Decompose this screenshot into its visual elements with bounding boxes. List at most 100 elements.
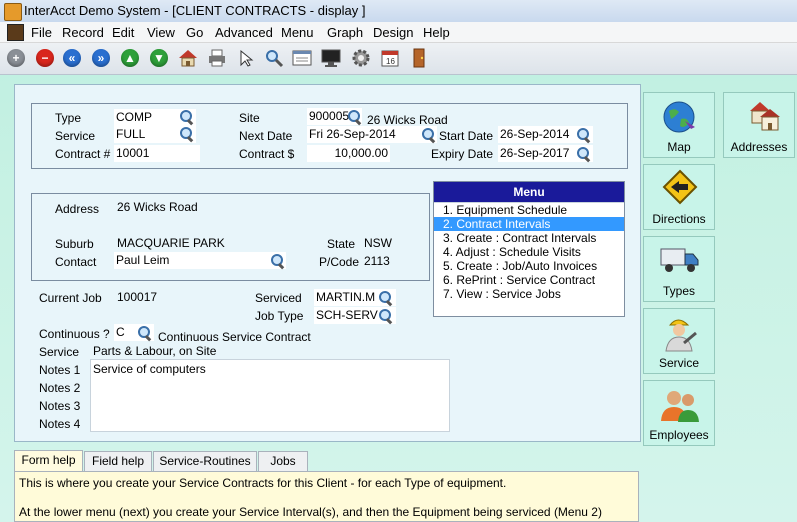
menu-item-create-contract-intervals[interactable]: 3. Create : Contract Intervals bbox=[434, 231, 624, 245]
refresh-icon[interactable]: + bbox=[6, 48, 26, 68]
menu-file[interactable]: File bbox=[31, 25, 52, 40]
menu-item-create-job-invoices[interactable]: 5. Create : Job/Auto Invoices bbox=[434, 259, 624, 273]
expiry-date-lookup-icon[interactable] bbox=[576, 146, 592, 162]
up-icon[interactable]: ▲ bbox=[120, 48, 140, 68]
menu-item-view-service-jobs[interactable]: 7. View : Service Jobs bbox=[434, 287, 624, 301]
notes1-label: Notes 1 bbox=[39, 363, 81, 377]
employees-button[interactable]: Employees bbox=[643, 380, 715, 446]
notes2-label: Notes 2 bbox=[39, 381, 81, 395]
state-label: State bbox=[327, 237, 356, 251]
map-button-label: Map bbox=[667, 140, 691, 154]
window-title: InterAcct Demo System - [CLIENT CONTRACT… bbox=[24, 3, 366, 18]
next-date-label: Next Date bbox=[239, 129, 293, 143]
suburb-label: Suburb bbox=[55, 237, 94, 251]
system-menu-icon[interactable] bbox=[7, 24, 24, 41]
calendar-icon[interactable]: 16 bbox=[380, 48, 400, 68]
menu-go[interactable]: Go bbox=[186, 25, 203, 40]
tab-jobs[interactable]: Jobs bbox=[258, 451, 308, 471]
first-record-icon[interactable]: « bbox=[62, 48, 82, 68]
monitor-icon[interactable] bbox=[321, 48, 341, 68]
direction-sign-icon bbox=[662, 169, 698, 205]
service-desc-label: Service bbox=[39, 345, 80, 359]
people-icon bbox=[661, 391, 699, 422]
service-lookup-icon[interactable] bbox=[179, 126, 195, 142]
postcode-value[interactable]: 2113 bbox=[364, 253, 390, 270]
service-button[interactable]: Service bbox=[643, 308, 715, 374]
addresses-button-label: Addresses bbox=[730, 140, 788, 154]
app-icon bbox=[4, 3, 22, 21]
start-date-label: Start Date bbox=[439, 129, 494, 143]
menu-help[interactable]: Help bbox=[423, 25, 450, 40]
settings-icon[interactable] bbox=[351, 48, 371, 68]
type-lookup-icon[interactable] bbox=[179, 109, 195, 125]
address-value[interactable]: 26 Wicks Road bbox=[117, 199, 198, 216]
serviced-lookup-icon[interactable] bbox=[378, 290, 394, 306]
menu-item-contract-intervals[interactable]: 2. Contract Intervals bbox=[434, 217, 624, 231]
contact-lookup-icon[interactable] bbox=[270, 253, 286, 269]
suburb-value[interactable]: MACQUARIE PARK bbox=[117, 235, 225, 252]
addresses-button[interactable]: Addresses bbox=[723, 92, 795, 158]
tab-service-routines[interactable]: Service-Routines bbox=[153, 451, 257, 471]
directions-button-label: Directions bbox=[652, 212, 706, 226]
site-lookup-icon[interactable] bbox=[347, 109, 363, 125]
types-button-label: Types bbox=[662, 284, 695, 298]
contact-label: Contact bbox=[55, 255, 97, 269]
contract-amount-field[interactable]: 10,000.00 bbox=[307, 145, 390, 162]
menu-graph[interactable]: Graph bbox=[327, 25, 363, 40]
next-date-lookup-icon[interactable] bbox=[421, 127, 437, 143]
menu-view[interactable]: View bbox=[147, 25, 175, 40]
stop-icon[interactable]: − bbox=[35, 48, 55, 68]
action-menu-title: Menu bbox=[434, 182, 624, 202]
svg-text:16: 16 bbox=[386, 57, 395, 66]
pointer-icon[interactable] bbox=[236, 48, 256, 68]
contract-no-label: Contract # bbox=[55, 147, 111, 161]
menu-design[interactable]: Design bbox=[373, 25, 413, 40]
form-icon[interactable] bbox=[292, 48, 312, 68]
door-exit-icon[interactable] bbox=[409, 48, 429, 68]
service-button-label: Service bbox=[658, 356, 699, 370]
contact-field[interactable]: Paul Leim bbox=[114, 252, 286, 269]
help-panel: This is where you create your Service Co… bbox=[14, 471, 639, 522]
menu-record[interactable]: Record bbox=[62, 25, 104, 40]
tab-field-help[interactable]: Field help bbox=[84, 451, 152, 471]
contract-no-field[interactable]: 10001 bbox=[114, 145, 200, 162]
menu-advanced[interactable]: Advanced bbox=[215, 25, 273, 40]
serviced-label: Serviced bbox=[255, 291, 302, 305]
current-job-value[interactable]: 100017 bbox=[117, 289, 157, 306]
worker-icon bbox=[665, 319, 697, 352]
start-date-lookup-icon[interactable] bbox=[576, 127, 592, 143]
houses-icon bbox=[750, 102, 780, 131]
menu-item-adjust-schedule-visits[interactable]: 4. Adjust : Schedule Visits bbox=[434, 245, 624, 259]
search-icon[interactable] bbox=[264, 48, 284, 68]
truck-icon bbox=[660, 248, 699, 272]
menu-item-reprint-service-contract[interactable]: 6. RePrint : Service Contract bbox=[434, 273, 624, 287]
help-text-line1: This is where you create your Service Co… bbox=[19, 476, 507, 490]
help-text-line2: At the lower menu (next) you create your… bbox=[19, 505, 602, 519]
contract-amount-label: Contract $ bbox=[239, 147, 295, 161]
notes-textarea[interactable]: Service of computers bbox=[90, 359, 450, 432]
service-desc-value[interactable]: Parts & Labour, on Site bbox=[93, 343, 216, 360]
continuous-lookup-icon[interactable] bbox=[137, 325, 153, 341]
types-button[interactable]: Types bbox=[643, 236, 715, 302]
title-bar: InterAcct Demo System - [CLIENT CONTRACT… bbox=[0, 0, 797, 23]
home-icon[interactable] bbox=[178, 48, 198, 68]
print-icon[interactable] bbox=[207, 48, 227, 68]
postcode-label: P/Code bbox=[319, 255, 360, 269]
job-type-lookup-icon[interactable] bbox=[378, 308, 394, 324]
directions-button[interactable]: Directions bbox=[643, 164, 715, 230]
next-date-field[interactable]: Fri 26-Sep-2014 bbox=[307, 126, 437, 143]
menu-menu[interactable]: Menu bbox=[281, 25, 314, 40]
state-value[interactable]: NSW bbox=[364, 235, 392, 252]
last-record-icon[interactable]: » bbox=[91, 48, 111, 68]
job-type-label: Job Type bbox=[255, 309, 304, 323]
current-job-label: Current Job bbox=[39, 291, 102, 305]
menu-item-equipment-schedule[interactable]: 1. Equipment Schedule bbox=[434, 203, 624, 217]
type-label: Type bbox=[55, 111, 82, 125]
tab-form-help[interactable]: Form help bbox=[14, 450, 83, 472]
down-icon[interactable]: ▼ bbox=[149, 48, 169, 68]
site-label: Site bbox=[239, 111, 260, 125]
globe-icon bbox=[663, 101, 695, 133]
notes4-label: Notes 4 bbox=[39, 417, 81, 431]
map-button[interactable]: Map bbox=[643, 92, 715, 158]
menu-edit[interactable]: Edit bbox=[112, 25, 134, 40]
